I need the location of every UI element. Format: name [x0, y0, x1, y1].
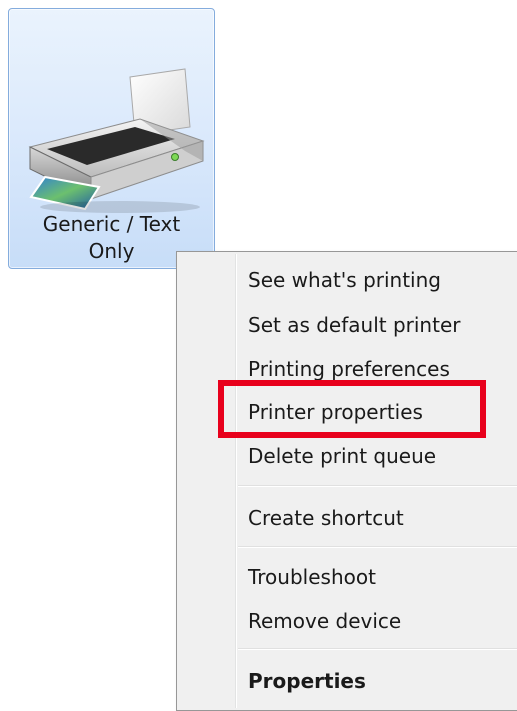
menu-item-properties[interactable]: Properties	[248, 668, 366, 694]
menu-item-troubleshoot[interactable]: Troubleshoot	[248, 564, 376, 590]
printer-icon	[28, 68, 205, 213]
menu-item-see-whats-printing[interactable]: See what's printing	[248, 267, 441, 293]
menu-item-create-shortcut[interactable]: Create shortcut	[248, 505, 404, 531]
printer-name-line1: Generic / Text	[42, 212, 181, 236]
menu-separator	[238, 648, 517, 650]
menu-separator	[238, 546, 517, 548]
menu-item-printer-properties[interactable]: Printer properties	[248, 399, 423, 425]
menu-item-set-default-printer[interactable]: Set as default printer	[248, 312, 460, 338]
printer-tile[interactable]: Generic / Text Only	[8, 8, 215, 269]
menu-separator	[238, 485, 517, 487]
menu-gutter	[235, 254, 237, 708]
menu-item-delete-print-queue[interactable]: Delete print queue	[248, 443, 436, 469]
menu-item-remove-device[interactable]: Remove device	[248, 608, 401, 634]
context-menu: See what's printing Set as default print…	[176, 251, 517, 711]
menu-item-printing-preferences[interactable]: Printing preferences	[248, 356, 450, 382]
